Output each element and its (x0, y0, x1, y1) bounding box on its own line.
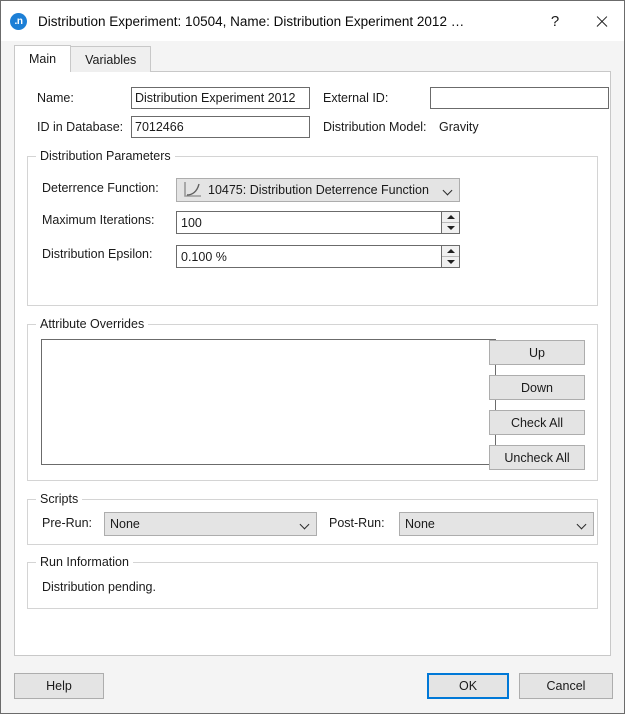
help-button[interactable]: Help (14, 673, 104, 699)
title-bar: .n Distribution Experiment: 10504, Name:… (1, 1, 624, 41)
tab-panel-main: Name: External ID: ID in Database: Distr… (14, 71, 611, 656)
id-in-database-label: ID in Database: (37, 120, 124, 134)
maximum-iterations-label: Maximum Iterations: (42, 213, 155, 227)
chevron-down-icon (575, 517, 589, 531)
deterrence-function-combobox[interactable]: 10475: Distribution Deterrence Function (176, 178, 460, 202)
down-button[interactable]: Down (489, 375, 585, 400)
help-titlebar-button[interactable]: ? (532, 1, 578, 41)
distribution-epsilon-input[interactable] (177, 246, 441, 267)
tab-variables[interactable]: Variables (70, 46, 152, 72)
deterrence-function-label: Deterrence Function: (42, 181, 159, 195)
external-id-input[interactable] (430, 87, 609, 109)
chevron-down-icon (298, 517, 312, 531)
dialog-window: .n Distribution Experiment: 10504, Name:… (0, 0, 625, 714)
triangle-down-icon (446, 226, 455, 230)
pre-run-combobox[interactable]: None (104, 512, 317, 536)
distribution-epsilon-spinner[interactable] (176, 245, 460, 268)
identity-fields: Name: External ID: ID in Database: Distr… (27, 86, 609, 144)
distribution-parameters-group: Distribution Parameters Deterrence Funct… (27, 149, 598, 306)
attribute-overrides-buttons: Up Down Check All Uncheck All (489, 340, 585, 480)
pre-run-value: None (110, 517, 140, 531)
pre-run-label: Pre-Run: (42, 516, 93, 530)
distribution-parameters-legend: Distribution Parameters (36, 149, 175, 163)
external-id-label: External ID: (323, 91, 389, 105)
dialog-footer: Help OK Cancel (1, 657, 624, 713)
close-button[interactable] (578, 1, 624, 41)
scripts-group: Scripts Pre-Run: None Post-Run: None (27, 492, 598, 545)
distribution-model-value: Gravity (439, 120, 479, 134)
triangle-up-icon (446, 215, 455, 219)
post-run-label: Post-Run: (329, 516, 385, 530)
distribution-epsilon-spin-buttons (441, 246, 459, 267)
distribution-model-label: Distribution Model: (323, 120, 427, 134)
triangle-up-icon (446, 249, 455, 253)
scripts-legend: Scripts (36, 492, 83, 506)
run-information-legend: Run Information (36, 555, 133, 569)
uncheck-all-button[interactable]: Uncheck All (489, 445, 585, 470)
curve-chart-icon (182, 181, 204, 199)
attribute-overrides-legend: Attribute Overrides (36, 317, 149, 331)
triangle-down-icon (446, 260, 455, 264)
run-information-group: Run Information Distribution pending. (27, 555, 598, 609)
post-run-value: None (405, 517, 435, 531)
attribute-overrides-listbox[interactable] (41, 339, 496, 465)
maximum-iterations-spinner[interactable] (176, 211, 460, 234)
tab-main[interactable]: Main (14, 45, 72, 72)
check-all-button[interactable]: Check All (489, 410, 585, 435)
ok-button[interactable]: OK (427, 673, 509, 699)
maximum-iterations-decrement-button[interactable] (442, 223, 459, 233)
maximum-iterations-input[interactable] (177, 212, 441, 233)
app-icon: .n (10, 12, 27, 30)
attribute-overrides-group: Attribute Overrides Up Down Check All Un… (27, 317, 598, 481)
chevron-down-icon (441, 183, 455, 197)
run-status-text: Distribution pending. (42, 580, 156, 594)
deterrence-function-value: 10475: Distribution Deterrence Function (208, 183, 429, 197)
distribution-epsilon-label: Distribution Epsilon: (42, 247, 153, 261)
id-in-database-input[interactable] (131, 116, 310, 138)
maximum-iterations-spin-buttons (441, 212, 459, 233)
maximum-iterations-increment-button[interactable] (442, 212, 459, 223)
distribution-epsilon-decrement-button[interactable] (442, 257, 459, 267)
window-title: Distribution Experiment: 10504, Name: Di… (38, 13, 465, 29)
close-icon (595, 15, 608, 28)
cancel-button[interactable]: Cancel (519, 673, 613, 699)
up-button[interactable]: Up (489, 340, 585, 365)
post-run-combobox[interactable]: None (399, 512, 594, 536)
tab-strip: Main Variables (14, 45, 624, 72)
distribution-epsilon-increment-button[interactable] (442, 246, 459, 257)
name-input[interactable] (131, 87, 310, 109)
name-label: Name: (37, 91, 74, 105)
